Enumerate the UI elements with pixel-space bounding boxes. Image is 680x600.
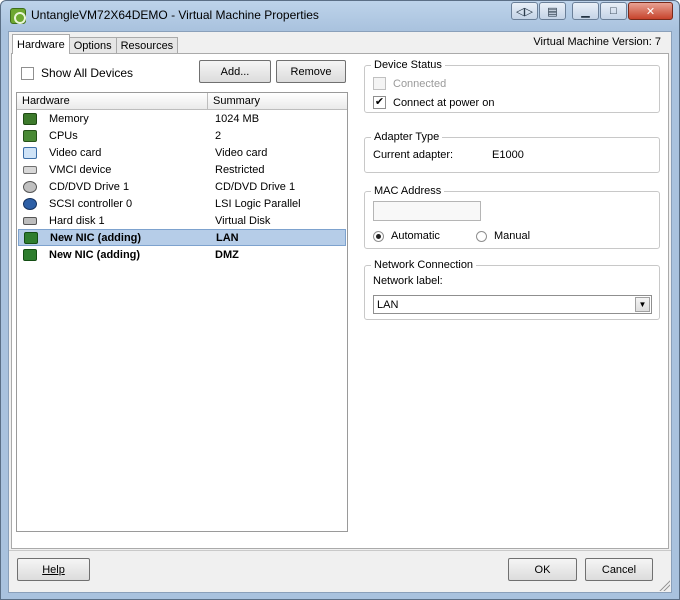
connect-at-power-on-checkbox[interactable]: ✔ Connect at power on [373, 96, 495, 109]
network-adapter-icon [24, 231, 38, 244]
current-adapter-value: E1000 [492, 149, 524, 161]
device-name: CPUs [49, 129, 78, 142]
device-summary: Video card [215, 146, 268, 159]
network-connection-group: Network Connection Network label: LAN ▼ [364, 259, 660, 320]
device-summary: DMZ [215, 248, 239, 261]
device-summary: Virtual Disk [215, 214, 271, 227]
cpu-icon [23, 129, 37, 142]
remote-console-icon[interactable]: ◁▷ [511, 2, 538, 20]
network-label-caption: Network label: [373, 275, 443, 287]
show-all-devices-checkbox[interactable]: Show All Devices [21, 66, 133, 80]
connected-label: Connected [393, 77, 447, 90]
dialog-button-bar: Help OK Cancel [9, 550, 671, 592]
tab-strip: Hardware Options Resources [12, 34, 179, 54]
device-summary: LAN [216, 231, 239, 244]
ok-button[interactable]: OK [508, 558, 577, 581]
mac-address-legend: MAC Address [374, 185, 442, 197]
device-row-memory[interactable]: Memory 1024 MB [18, 110, 346, 127]
device-row-new-nic-dmz[interactable]: New NIC (adding) DMZ [18, 246, 346, 263]
memory-icon [23, 112, 37, 125]
device-row-cpus[interactable]: CPUs 2 [18, 127, 346, 144]
scsi-controller-icon [23, 197, 37, 210]
hardware-tab-panel: Show All Devices Add... Remove Hardware … [11, 53, 669, 549]
help-button[interactable]: Help [17, 558, 90, 581]
connected-checkbox[interactable]: Connected [373, 77, 446, 90]
vm-properties-window: UntangleVM72X64DEMO - Virtual Machine Pr… [0, 0, 680, 600]
mac-manual-radio[interactable]: Manual [476, 230, 530, 242]
resize-grip-icon[interactable] [658, 579, 670, 591]
device-row-hard-disk[interactable]: Hard disk 1 Virtual Disk [18, 212, 346, 229]
device-status-legend: Device Status [374, 59, 442, 71]
network-label-value: LAN [377, 298, 399, 311]
device-row-scsi[interactable]: SCSI controller 0 LSI Logic Parallel [18, 195, 346, 212]
cancel-button[interactable]: Cancel [585, 558, 653, 581]
dialog-body: Hardware Options Resources Virtual Machi… [8, 31, 672, 593]
device-row-new-nic-lan[interactable]: New NIC (adding) LAN [18, 229, 346, 246]
tab-hardware[interactable]: Hardware [12, 34, 70, 54]
mac-address-input[interactable] [373, 201, 481, 221]
vm-version-label: Virtual Machine Version: 7 [533, 36, 661, 48]
device-status-group: Device Status Connected ✔ Connect at pow… [364, 59, 660, 113]
radio-unselected-icon[interactable] [476, 230, 487, 242]
device-list-header: Hardware Summary [17, 93, 347, 110]
hardware-device-list[interactable]: Hardware Summary Memory 1024 MB CPUs 2 V… [16, 92, 348, 532]
radio-selected-icon[interactable] [373, 230, 384, 242]
hard-disk-icon [23, 216, 37, 225]
device-summary: 1024 MB [215, 112, 260, 125]
device-summary: CD/DVD Drive 1 [215, 180, 296, 193]
connect-at-power-on-label: Connect at power on [393, 96, 495, 109]
window-title: UntangleVM72X64DEMO - Virtual Machine Pr… [31, 8, 319, 22]
checkbox-box[interactable] [373, 77, 386, 90]
device-summary: LSI Logic Parallel [215, 197, 301, 210]
mac-address-group: MAC Address Automatic Manual [364, 185, 660, 249]
device-name: Video card [49, 146, 102, 159]
device-name: New NIC (adding) [49, 248, 141, 261]
device-name: VMCI device [49, 163, 112, 176]
close-icon[interactable]: ✕ [628, 2, 673, 20]
network-connection-legend: Network Connection [374, 259, 474, 271]
chevron-down-icon[interactable]: ▼ [635, 297, 650, 312]
show-all-devices-label: Show All Devices [41, 66, 134, 80]
current-adapter-label: Current adapter: [373, 149, 454, 161]
add-device-button[interactable]: Add... [199, 60, 271, 83]
window-controls: ◁▷ ▤ ▁ □ ✕ [510, 2, 673, 20]
cd-dvd-icon [23, 180, 37, 193]
video-card-icon [23, 146, 37, 159]
device-row-video-card[interactable]: Video card Video card [18, 144, 346, 161]
checkbox-box[interactable] [21, 66, 34, 80]
mac-manual-label: Manual [494, 230, 531, 242]
minimize-icon[interactable]: ▁ [572, 2, 599, 20]
column-header-hardware[interactable]: Hardware [17, 93, 208, 109]
snapshot-icon[interactable]: ▤ [539, 2, 566, 20]
device-summary: Restricted [215, 163, 265, 176]
device-row-vmci[interactable]: VMCI device Restricted [18, 161, 346, 178]
remove-device-button[interactable]: Remove [276, 60, 346, 83]
mac-automatic-label: Automatic [391, 230, 440, 242]
title-bar[interactable]: UntangleVM72X64DEMO - Virtual Machine Pr… [1, 1, 679, 31]
device-name: Hard disk 1 [49, 214, 105, 227]
adapter-type-group: Adapter Type Current adapter: E1000 [364, 131, 660, 173]
network-adapter-icon [23, 248, 37, 261]
adapter-type-legend: Adapter Type [374, 131, 440, 143]
mac-automatic-radio[interactable]: Automatic [373, 230, 440, 242]
vsphere-vm-icon [10, 8, 26, 24]
tab-options[interactable]: Options [68, 37, 117, 54]
device-name: Memory [49, 112, 89, 125]
device-summary: 2 [215, 129, 222, 142]
checkmark-icon[interactable]: ✔ [373, 96, 386, 109]
column-header-summary[interactable]: Summary [208, 93, 260, 109]
maximize-icon[interactable]: □ [600, 2, 627, 20]
device-name: CD/DVD Drive 1 [49, 180, 130, 193]
device-name: New NIC (adding) [50, 231, 142, 244]
device-name: SCSI controller 0 [49, 197, 133, 210]
help-button-label: Help [42, 563, 65, 576]
vmci-device-icon [23, 165, 37, 174]
network-label-dropdown[interactable]: LAN ▼ [373, 295, 652, 314]
device-row-cd-dvd[interactable]: CD/DVD Drive 1 CD/DVD Drive 1 [18, 178, 346, 195]
tab-resources[interactable]: Resources [115, 37, 179, 54]
